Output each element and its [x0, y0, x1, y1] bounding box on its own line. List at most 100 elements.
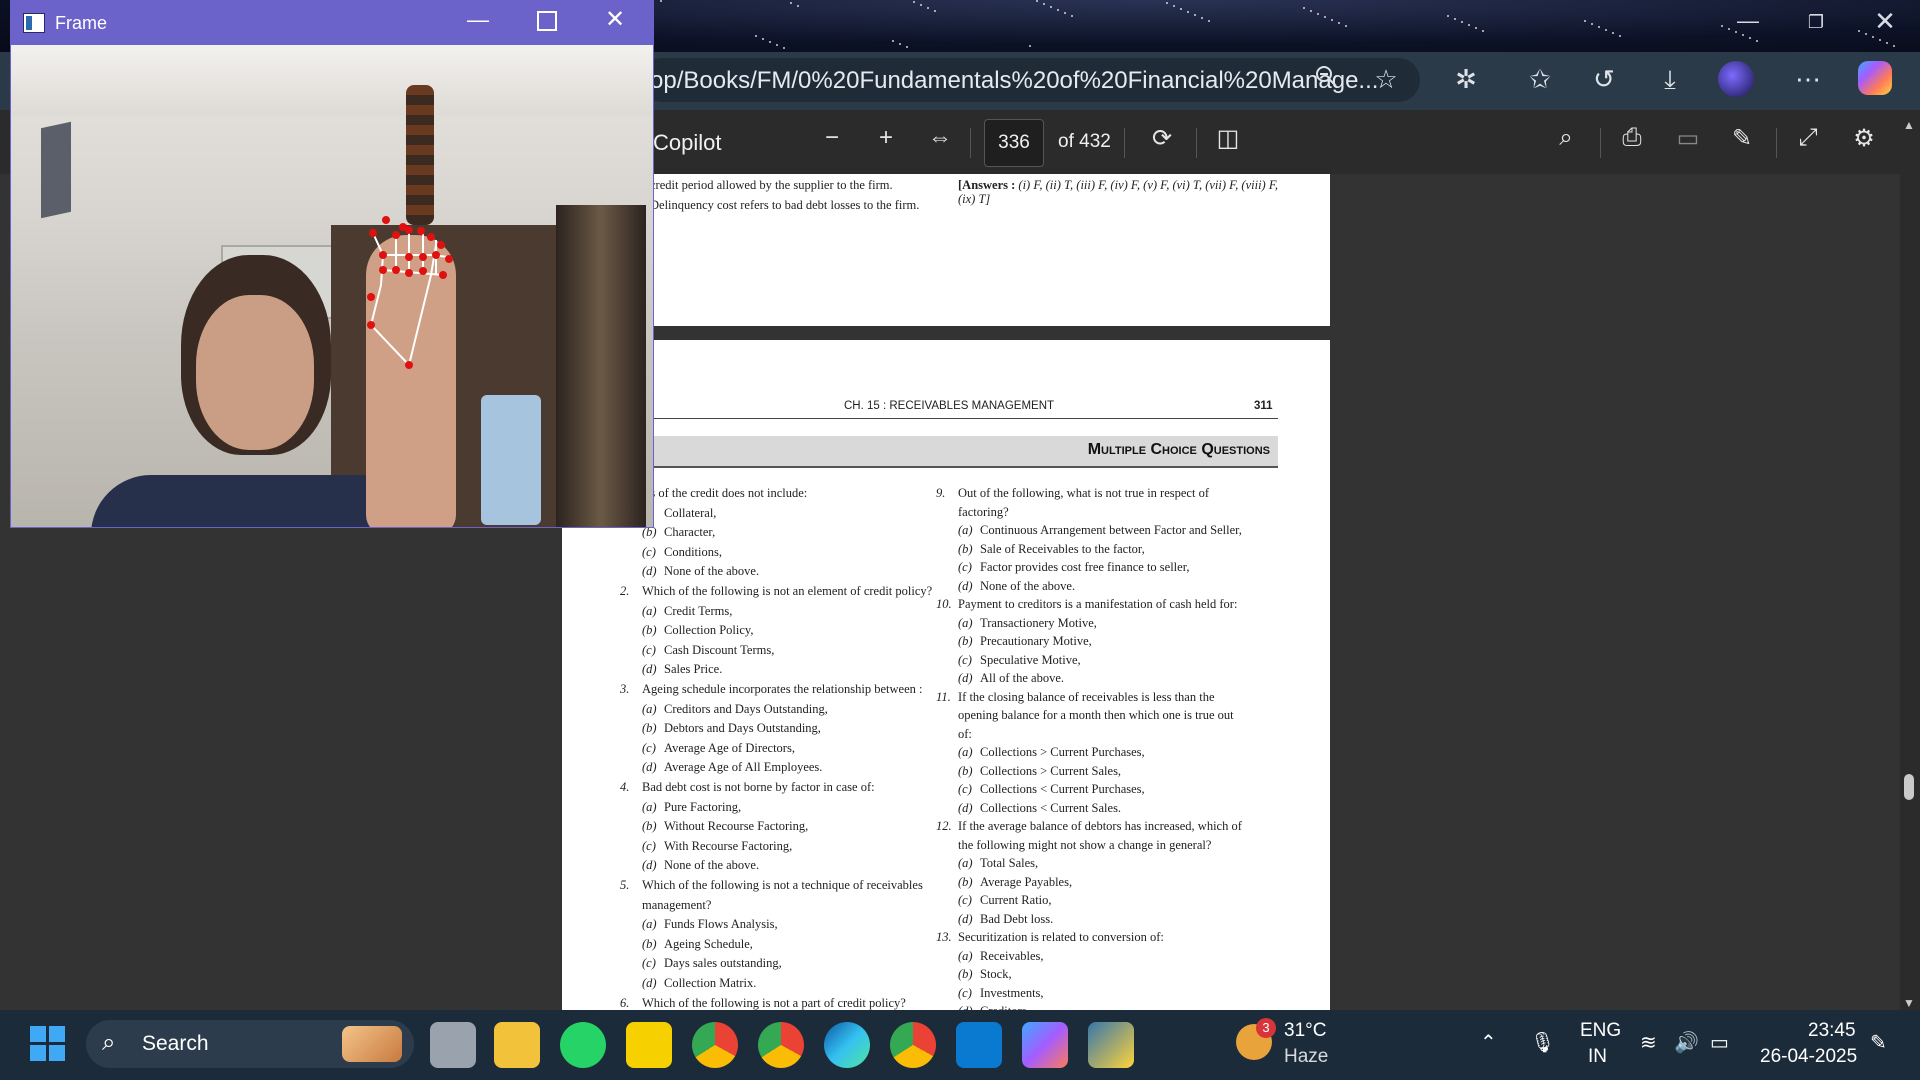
- whatsapp-icon[interactable]: [560, 1022, 606, 1068]
- volume-icon[interactable]: 🔊: [1674, 1030, 1699, 1055]
- restore-icon[interactable]: ❐: [1786, 12, 1846, 33]
- fit-width-icon[interactable]: ⇔: [922, 124, 958, 152]
- option-letter: (c): [958, 893, 972, 907]
- background-star: [906, 46, 908, 48]
- clock-date[interactable]: 26-04-2025: [1760, 1046, 1857, 1068]
- option-letter: (c): [958, 782, 972, 796]
- option-text: Without Recourse Factoring,: [664, 819, 809, 834]
- scroll-down-icon[interactable]: ▼: [1903, 996, 1915, 1010]
- language-region[interactable]: IN: [1588, 1046, 1607, 1068]
- notifications-icon[interactable]: ✎: [1870, 1030, 1887, 1055]
- fullscreen-icon[interactable]: ⤢: [1790, 124, 1826, 152]
- page-total: of 432: [1058, 131, 1111, 152]
- background-star: [934, 10, 936, 12]
- clock-time[interactable]: 23:45: [1808, 1020, 1856, 1042]
- weather-desc[interactable]: Haze: [1284, 1046, 1328, 1068]
- copilot-app-icon[interactable]: [1022, 1022, 1068, 1068]
- extensions-icon[interactable]: ✲: [1446, 64, 1486, 95]
- scroll-up-icon[interactable]: ▲: [1903, 118, 1915, 132]
- chrome-profile-icon[interactable]: [758, 1022, 804, 1068]
- option-text: Cash Discount Terms,: [664, 642, 775, 657]
- search-placeholder: Search: [142, 1032, 209, 1055]
- minimize-icon[interactable]: —: [1718, 8, 1778, 34]
- background-star: [1310, 10, 1312, 12]
- taskbar-search-box[interactable]: ⌕ Search: [86, 1020, 414, 1068]
- background-star: [1208, 20, 1210, 22]
- vertical-scrollbar[interactable]: ▲ ▼: [1900, 118, 1920, 1010]
- download-icon[interactable]: ⤓: [1650, 64, 1690, 96]
- option-text: Sales Price.: [664, 662, 723, 677]
- page1-left-line: Delinquency cost refers to bad debt loss…: [650, 198, 920, 212]
- background-star: [1036, 0, 1038, 2]
- scrollbar-thumb[interactable]: [1904, 774, 1914, 800]
- option-letter: (b): [642, 819, 657, 834]
- chrome-icon[interactable]: [692, 1022, 738, 1068]
- background-star: [1180, 8, 1182, 10]
- history-icon[interactable]: ↺: [1584, 64, 1624, 95]
- background-star: [776, 44, 778, 46]
- profile-avatar-icon[interactable]: [1718, 61, 1758, 97]
- search-icon[interactable]: ⌕: [1548, 124, 1584, 152]
- copilot-icon[interactable]: [1858, 61, 1898, 95]
- rotate-icon[interactable]: ⟳: [1144, 124, 1180, 153]
- frame-titlebar[interactable]: Frame — ✕: [11, 1, 653, 45]
- zoom-in-icon[interactable]: +: [868, 124, 904, 152]
- question-text: Bad debt cost is not borne by factor in …: [642, 780, 875, 794]
- save-as-icon[interactable]: ✎: [1724, 124, 1760, 153]
- zoom-out-icon[interactable]: −: [814, 124, 850, 152]
- question-text: Which of the following is not a part of …: [642, 995, 906, 1010]
- hidden-icons-chevron-icon[interactable]: ⌃: [1480, 1030, 1497, 1055]
- start-windows-icon[interactable]: [30, 1026, 66, 1062]
- edge-icon[interactable]: [824, 1022, 870, 1068]
- weather-temp[interactable]: 31°C: [1284, 1020, 1326, 1042]
- answers-label: [Answers :: [958, 178, 1016, 192]
- option-text: Ageing Schedule,: [664, 936, 753, 951]
- favorites-list-icon[interactable]: ✩: [1520, 64, 1560, 95]
- task-view-icon[interactable]: [430, 1022, 476, 1068]
- close-icon[interactable]: ✕: [1855, 6, 1915, 37]
- file-explorer-icon[interactable]: [494, 1022, 540, 1068]
- favorite-star-icon[interactable]: ☆: [1366, 64, 1406, 95]
- option-text: Character,: [664, 525, 716, 540]
- page-number-input[interactable]: 336: [984, 119, 1044, 167]
- option-letter: (b): [642, 623, 657, 638]
- section-title: Multiple Choice Questions: [1087, 441, 1270, 458]
- sticky-notes-icon[interactable]: [626, 1022, 672, 1068]
- option-text: Sale of Receivables to the factor,: [980, 541, 1145, 556]
- question-number: 4.: [620, 780, 630, 794]
- wind-chime: [406, 85, 434, 225]
- background-star: [1331, 19, 1333, 21]
- more-options-icon[interactable]: ⋯: [1788, 64, 1828, 95]
- toolbar-divider: [1124, 128, 1125, 158]
- question-text: factoring?: [958, 504, 1009, 519]
- background-star: [899, 43, 901, 45]
- python-icon[interactable]: [1088, 1022, 1134, 1068]
- option-letter: (b): [958, 874, 973, 889]
- frame-close-icon[interactable]: ✕: [605, 5, 625, 34]
- chrome-canary-icon[interactable]: [890, 1022, 936, 1068]
- save-icon[interactable]: ▭: [1670, 124, 1706, 153]
- print-icon[interactable]: ⎙: [1614, 124, 1650, 152]
- battery-icon[interactable]: ▭: [1710, 1030, 1729, 1055]
- background-star: [920, 4, 922, 6]
- address-text[interactable]: op/Books/FM/0%20Fundamentals%20of%20Fina…: [650, 67, 1378, 95]
- option-text: Transactionery Motive,: [980, 615, 1097, 630]
- option-text: Average Age of All Employees.: [664, 760, 823, 775]
- language-code[interactable]: ENG: [1580, 1020, 1621, 1042]
- option-text: Days sales outstanding,: [664, 956, 782, 971]
- microphone-icon[interactable]: 🎙: [1530, 1030, 1555, 1055]
- chapter-header: CH. 15 : RECEIVABLES MANAGEMENT: [844, 400, 1055, 412]
- frame-minimize-icon[interactable]: —: [467, 7, 489, 33]
- option-text: Collection Policy,: [664, 623, 754, 638]
- zoom-out-search-icon[interactable]: [1306, 64, 1346, 95]
- vscode-icon[interactable]: [956, 1022, 1002, 1068]
- question-number: 2.: [620, 584, 630, 598]
- option-text: All of the above.: [980, 671, 1065, 685]
- frame-window[interactable]: Frame — ✕: [10, 0, 654, 528]
- page-view-icon[interactable]: ◫: [1210, 124, 1246, 153]
- copilot-label[interactable]: Copilot: [653, 130, 721, 156]
- background-star: [1482, 30, 1484, 32]
- wifi-icon[interactable]: ≋: [1640, 1030, 1657, 1055]
- frame-maximize-icon[interactable]: [537, 11, 557, 31]
- settings-gear-icon[interactable]: ⚙: [1846, 124, 1882, 153]
